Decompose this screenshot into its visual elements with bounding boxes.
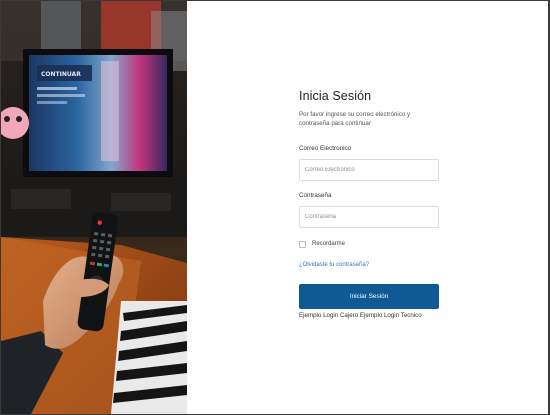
remember-me-row: Recordarme: [299, 239, 440, 249]
remember-me-checkbox[interactable]: [299, 240, 306, 248]
password-field[interactable]: [299, 206, 439, 228]
tv-remote-photo-icon: CONTINUAR: [1, 1, 187, 414]
example-logins: Ejemplo Login Cajero Ejemplo Login Tecni…: [299, 312, 440, 319]
login-button[interactable]: Iniciar Sesión: [299, 284, 439, 309]
page-title: Inicia Sesión: [299, 89, 372, 103]
hero-image: CONTINUAR: [1, 1, 187, 414]
remember-me-label: Recordarme: [312, 241, 346, 247]
tv-screen-text: CONTINUAR: [41, 71, 81, 78]
app-window: CONTINUAR Inicia Sesión Por favor ingres…: [0, 0, 550, 415]
forgot-password-link[interactable]: ¿Olvidaste tu contraseña?: [299, 262, 440, 268]
email-label: Correo Electronico: [299, 145, 352, 152]
example-login-cashier-link[interactable]: Ejemplo Login Cajero: [299, 312, 358, 319]
login-panel: Inicia Sesión Por favor ingrese su corre…: [299, 89, 440, 319]
login-subtitle: Por favor ingrese su correo electrónico …: [299, 111, 411, 127]
example-login-tech-link[interactable]: Ejemplo Login Tecnico: [360, 312, 422, 319]
password-label: Contraseña: [299, 192, 332, 199]
email-field[interactable]: [299, 159, 439, 181]
